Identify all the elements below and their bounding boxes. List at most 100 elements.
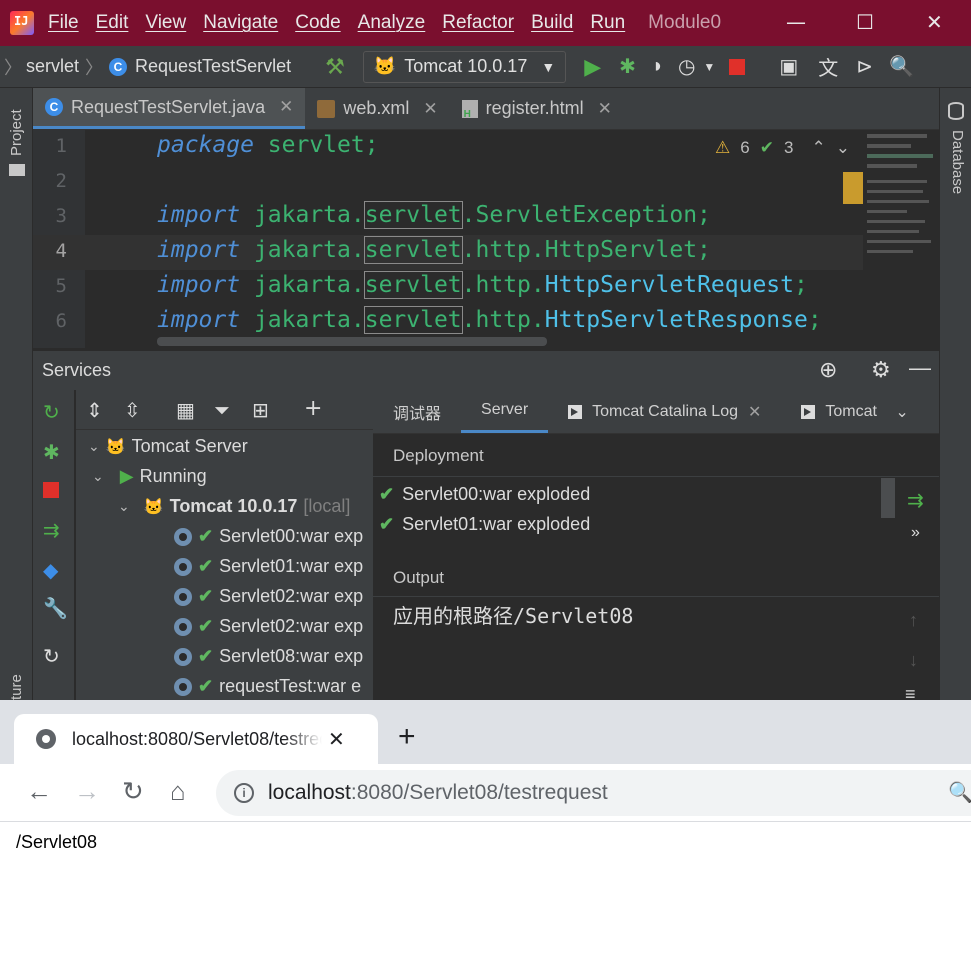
search-icon[interactable]: 🔍 bbox=[889, 54, 914, 79]
menu-build[interactable]: Build bbox=[531, 12, 573, 34]
deploy-icon[interactable]: ⇉ bbox=[43, 518, 60, 542]
rerun-icon[interactable]: ↻ bbox=[43, 400, 60, 424]
tree-node-artifact[interactable]: ✔ Servlet00:war exp bbox=[174, 526, 363, 547]
tab-request-test-servlet[interactable]: C RequestTestServlet.java ✕ bbox=[33, 88, 306, 129]
tab-server[interactable]: Server bbox=[461, 390, 549, 433]
tree-node-artifact[interactable]: ✔ requestTest:war e bbox=[174, 676, 361, 697]
forward-icon[interactable]: → bbox=[74, 776, 100, 807]
deployment-item[interactable]: ✔ Servlet00:war exploded bbox=[379, 484, 590, 505]
stop-icon[interactable] bbox=[729, 58, 746, 75]
tab-tomcat-log[interactable]: Tomcat ⌄ bbox=[781, 390, 909, 433]
build-hammer-icon[interactable]: ⚒ bbox=[325, 54, 345, 80]
hide-panel-icon[interactable]: — bbox=[909, 355, 931, 381]
tab-catalina-log[interactable]: Tomcat Catalina Log ✕ bbox=[548, 390, 781, 433]
maximize-button[interactable]: ☐ bbox=[856, 10, 874, 34]
close-tab-icon[interactable]: ✕ bbox=[598, 99, 612, 119]
stop-icon[interactable] bbox=[43, 482, 59, 498]
run-icon[interactable]: ▶ bbox=[584, 54, 601, 80]
zoom-icon[interactable]: 🔍 bbox=[948, 780, 971, 805]
inspection-widget[interactable]: ⚠ 6 ✔ 3 ⌃ ⌄ bbox=[715, 138, 850, 158]
menu-analyze[interactable]: Analyze bbox=[358, 12, 426, 34]
menu-refactor[interactable]: Refactor bbox=[442, 12, 514, 34]
project-structure-icon[interactable]: ▣ bbox=[779, 54, 798, 79]
add-service-icon[interactable]: + bbox=[304, 396, 322, 421]
debug-icon[interactable]: ✱ bbox=[619, 54, 636, 79]
expand-all-icon[interactable]: ⇕ bbox=[86, 398, 103, 422]
code-line-current[interactable]: 4 import jakarta.servlet.http.HttpServle… bbox=[33, 235, 863, 270]
translate-icon[interactable]: 文 bbox=[818, 52, 838, 81]
tab-web-xml[interactable]: web.xml ✕ bbox=[305, 88, 449, 129]
close-tab-icon[interactable]: ✕ bbox=[279, 97, 293, 117]
tab-debugger[interactable]: 调试器 bbox=[373, 390, 461, 433]
crosshair-icon[interactable]: ⊕ bbox=[819, 357, 837, 383]
close-tab-icon[interactable]: ✕ bbox=[748, 402, 761, 422]
code-line[interactable]: 3 import jakarta.servlet.ServletExceptio… bbox=[33, 200, 863, 235]
more-actions-icon[interactable]: » bbox=[911, 524, 920, 542]
breadcrumb-folder[interactable]: servlet bbox=[26, 56, 79, 77]
collapse-all-icon[interactable]: ⇳ bbox=[124, 398, 141, 422]
chevron-down-icon[interactable]: ⌄ bbox=[895, 402, 908, 422]
browser-tab[interactable]: localhost:8080/Servlet08/testrequest ✕ bbox=[14, 714, 378, 764]
profile-icon[interactable]: ◷ bbox=[678, 54, 695, 79]
previous-highlight-icon[interactable]: ⌃ bbox=[811, 138, 825, 158]
address-bar[interactable]: i localhost:8080/Servlet08/testrequest 🔍 bbox=[216, 770, 971, 816]
menu-edit[interactable]: Edit bbox=[96, 12, 129, 34]
gear-icon[interactable]: ⚙ bbox=[871, 357, 891, 383]
artifact-icon[interactable]: ◆ bbox=[43, 558, 58, 582]
group-by-icon[interactable]: ▦ bbox=[176, 398, 195, 422]
menu-code[interactable]: Code bbox=[295, 12, 340, 34]
tree-node-tomcat-instance[interactable]: ⌄ 🐱 Tomcat 10.0.17 [local] bbox=[118, 496, 350, 517]
tab-register-html[interactable]: register.html ✕ bbox=[450, 88, 624, 129]
deployment-item[interactable]: ✔ Servlet01:war exploded bbox=[379, 514, 590, 535]
globe-icon bbox=[36, 729, 56, 749]
tree-node-artifact[interactable]: ✔ Servlet02:war exp bbox=[174, 586, 363, 607]
database-tool-tab[interactable]: Database bbox=[949, 130, 966, 194]
close-tab-icon[interactable]: ✕ bbox=[328, 727, 345, 752]
menu-run[interactable]: Run bbox=[590, 12, 625, 34]
tree-node-tomcat-server[interactable]: ⌄ 🐱 Tomcat Server bbox=[88, 436, 248, 457]
close-tab-icon[interactable]: ✕ bbox=[423, 99, 437, 119]
import-tail: .ServletException; bbox=[461, 202, 711, 228]
tree-label: Servlet02:war exp bbox=[219, 616, 364, 636]
scroll-up-icon[interactable]: ↑ bbox=[909, 610, 918, 631]
deploy-icon[interactable]: ⇉ bbox=[907, 488, 924, 513]
site-info-icon[interactable]: i bbox=[234, 783, 254, 803]
wrench-icon[interactable]: 🔧 bbox=[43, 596, 68, 620]
menu-navigate[interactable]: Navigate bbox=[203, 12, 278, 34]
tree-node-artifact[interactable]: ✔ Servlet02:war exp bbox=[174, 616, 363, 637]
code-line[interactable]: 2 bbox=[33, 165, 863, 200]
keyword: import bbox=[157, 307, 241, 333]
filter-icon[interactable]: ⏷ bbox=[214, 398, 230, 422]
code-line[interactable]: 6 import jakarta.servlet.http.HttpServle… bbox=[33, 305, 863, 340]
back-icon[interactable]: ← bbox=[26, 776, 52, 807]
profile-dropdown-icon[interactable]: ▼ bbox=[703, 60, 715, 74]
reload-icon[interactable]: ↻ bbox=[122, 776, 144, 807]
close-window-button[interactable]: ✕ bbox=[926, 10, 943, 34]
code-line[interactable]: 5 import jakarta.servlet.http.HttpServle… bbox=[33, 270, 863, 305]
project-tool-tab[interactable]: Project bbox=[8, 109, 25, 156]
debug-icon[interactable]: ✱ bbox=[43, 440, 60, 464]
breadcrumb-class[interactable]: RequestTestServlet bbox=[135, 56, 291, 77]
structure-tool-tab[interactable]: ture bbox=[8, 674, 25, 700]
menu-file[interactable]: File bbox=[48, 12, 79, 34]
run-anything-icon[interactable]: ⊳ bbox=[856, 54, 873, 79]
tree-node-running[interactable]: ⌄ ▶ Running bbox=[92, 466, 207, 487]
menu-view[interactable]: View bbox=[145, 12, 186, 34]
code-editor[interactable]: 1 package servlet; 2 3 import jakarta.se… bbox=[33, 130, 863, 348]
tree-node-artifact[interactable]: ✔ Servlet01:war exp bbox=[174, 556, 363, 577]
tree-node-artifact[interactable]: ✔ Servlet08:war exp bbox=[174, 646, 363, 667]
refresh-icon[interactable]: ↻ bbox=[43, 644, 60, 668]
minimize-button[interactable]: — bbox=[786, 10, 806, 34]
horizontal-scrollbar[interactable] bbox=[157, 337, 547, 346]
code-minimap[interactable] bbox=[843, 130, 939, 348]
coverage-icon[interactable]: ◗ bbox=[652, 55, 664, 78]
scroll-down-icon[interactable]: ↓ bbox=[909, 650, 918, 671]
next-highlight-icon[interactable]: ⌄ bbox=[836, 138, 850, 158]
run-config-select[interactable]: 🐱 Tomcat 10.0.17 ▼ bbox=[362, 50, 567, 83]
deployment-scrollbar[interactable] bbox=[881, 478, 895, 518]
package-segment: jakarta. bbox=[240, 202, 365, 228]
new-tab-icon[interactable]: ⊞ bbox=[252, 398, 269, 422]
output-text: 应用的根路径/Servlet08 bbox=[393, 604, 634, 628]
new-tab-button[interactable]: + bbox=[398, 720, 416, 754]
home-icon[interactable]: ⌂ bbox=[170, 776, 186, 807]
